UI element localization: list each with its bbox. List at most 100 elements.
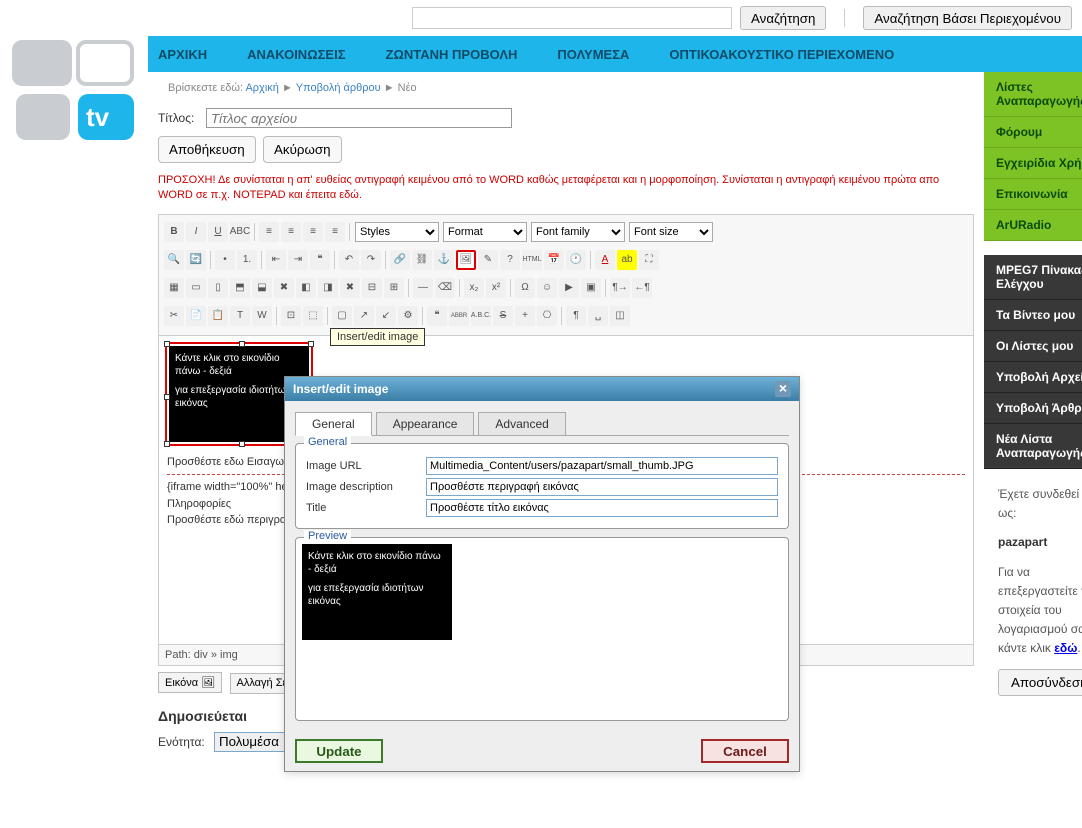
image-title-input[interactable]: [426, 499, 778, 517]
align-left-icon[interactable]: ≡: [259, 222, 279, 242]
paste-text-icon[interactable]: T: [230, 306, 250, 326]
paste-word-icon[interactable]: W: [252, 306, 272, 326]
nav-home[interactable]: ΑΡΧΙΚΗ: [158, 47, 207, 62]
table-icon[interactable]: ▦: [164, 278, 184, 298]
tab-general[interactable]: General: [295, 412, 372, 436]
font-size-select[interactable]: Font size: [629, 222, 713, 242]
sidebar-forum[interactable]: Φόρουμ: [984, 117, 1082, 148]
template-icon[interactable]: ◫: [610, 306, 630, 326]
sidebar-contact[interactable]: Επικοινωνία: [984, 179, 1082, 210]
sidebar-my-videos[interactable]: Τα Βίντεο μου: [984, 300, 1082, 331]
ltr-icon[interactable]: ¶→: [610, 278, 630, 298]
sidebar-my-lists[interactable]: Οι Λίστες μου: [984, 331, 1082, 362]
hr-icon[interactable]: —: [413, 278, 433, 298]
sidebar-manuals[interactable]: Εγχειρίδια Χρήστη: [984, 148, 1082, 179]
nbsp-icon[interactable]: ␣: [588, 306, 608, 326]
update-button[interactable]: Update: [295, 739, 383, 763]
visualaid-icon[interactable]: ⊡: [281, 306, 301, 326]
delete-row-icon[interactable]: ✖: [274, 278, 294, 298]
replace-icon[interactable]: 🔄: [186, 250, 206, 270]
underline-icon[interactable]: U: [208, 222, 228, 242]
article-title-input[interactable]: [206, 108, 512, 128]
italic-icon[interactable]: I: [186, 222, 206, 242]
align-justify-icon[interactable]: ≡: [325, 222, 345, 242]
logout-button[interactable]: Αποσύνδεση: [998, 669, 1082, 696]
undo-icon[interactable]: ↶: [339, 250, 359, 270]
redo-icon[interactable]: ↷: [361, 250, 381, 270]
bold-icon[interactable]: B: [164, 222, 184, 242]
sidebar-new-playlist[interactable]: Νέα Λίστα Αναπαραγωγής: [984, 424, 1082, 469]
merge-cells-icon[interactable]: ⊞: [384, 278, 404, 298]
styles-select[interactable]: Styles: [355, 222, 439, 242]
visualchars-icon[interactable]: ¶: [566, 306, 586, 326]
unlink-icon[interactable]: ⛓: [412, 250, 432, 270]
save-button[interactable]: Αποθήκευση: [158, 136, 256, 163]
layer-abs-icon[interactable]: ▢: [332, 306, 352, 326]
insert-image-icon[interactable]: 🖼: [456, 250, 476, 270]
emoticon-icon[interactable]: ☺: [537, 278, 557, 298]
close-icon[interactable]: ×: [775, 381, 791, 397]
insert-col-after-icon[interactable]: ◨: [318, 278, 338, 298]
sidebar-aruradio[interactable]: ArURadio: [984, 210, 1082, 241]
html-icon[interactable]: HTML: [522, 250, 542, 270]
align-center-icon[interactable]: ≡: [281, 222, 301, 242]
delete-col-icon[interactable]: ✖: [340, 278, 360, 298]
search-button[interactable]: Αναζήτηση: [740, 6, 826, 30]
edit-account-link[interactable]: εδώ: [1054, 641, 1077, 655]
sidebar-mpeg7[interactable]: MPEG7 Πίνακας Ελέγχου: [984, 255, 1082, 300]
nav-av-content[interactable]: ΟΠΤΙΚΟΑΚΟΥΣΤΙΚΟ ΠΕΡΙΕΧΟΜΕΝΟ: [669, 47, 894, 62]
split-cells-icon[interactable]: ⊟: [362, 278, 382, 298]
paste-icon[interactable]: 📋: [208, 306, 228, 326]
font-family-select[interactable]: Font family: [531, 222, 625, 242]
anchor-icon[interactable]: ⚓: [434, 250, 454, 270]
breadcrumb-submit[interactable]: Υποβολή άρθρου: [296, 82, 381, 94]
sidebar-playlists[interactable]: Λίστες Αναπαραγωγής: [984, 72, 1082, 117]
tab-advanced[interactable]: Advanced: [478, 412, 565, 436]
style-props-icon[interactable]: ⚙: [398, 306, 418, 326]
indent-icon[interactable]: ⇥: [288, 250, 308, 270]
nav-multimedia[interactable]: ΠΟΛΥΜΕΣΑ: [557, 47, 629, 62]
sidebar-upload-files[interactable]: Υποβολή Αρχείων: [984, 362, 1082, 393]
outdent-icon[interactable]: ⇤: [266, 250, 286, 270]
dialog-cancel-button[interactable]: Cancel: [701, 739, 789, 763]
image-desc-input[interactable]: [426, 478, 778, 496]
insert-row-before-icon[interactable]: ⬒: [230, 278, 250, 298]
sup-icon[interactable]: x²: [486, 278, 506, 298]
top-search-input[interactable]: [412, 7, 732, 29]
rtl-icon[interactable]: ←¶: [632, 278, 652, 298]
backcolor-icon[interactable]: ab: [617, 250, 637, 270]
sub-icon[interactable]: x₂: [464, 278, 484, 298]
date-icon[interactable]: 📅: [544, 250, 564, 270]
bullet-list-icon[interactable]: •: [215, 250, 235, 270]
row-props-icon[interactable]: ▭: [186, 278, 206, 298]
insert-col-before-icon[interactable]: ◧: [296, 278, 316, 298]
remove-format-icon[interactable]: ⌫: [435, 278, 455, 298]
align-right-icon[interactable]: ≡: [303, 222, 323, 242]
forecolor-icon[interactable]: A: [595, 250, 615, 270]
tab-appearance[interactable]: Appearance: [376, 412, 475, 436]
cell-props-icon[interactable]: ▯: [208, 278, 228, 298]
number-list-icon[interactable]: 1.: [237, 250, 257, 270]
blockquote-icon[interactable]: ❝: [310, 250, 330, 270]
cite-icon[interactable]: ❝: [427, 306, 447, 326]
cancel-button[interactable]: Ακύρωση: [263, 136, 341, 163]
acronym-icon[interactable]: A.B.C.: [471, 306, 491, 326]
cleanup-icon[interactable]: ✎: [478, 250, 498, 270]
strike-icon[interactable]: ABC: [230, 222, 250, 242]
find-icon[interactable]: 🔍: [164, 250, 184, 270]
ins-icon[interactable]: +: [515, 306, 535, 326]
abbr-icon[interactable]: ABBR: [449, 306, 469, 326]
char-icon[interactable]: Ω: [515, 278, 535, 298]
copy-icon[interactable]: 📄: [186, 306, 206, 326]
link-icon[interactable]: 🔗: [390, 250, 410, 270]
help-icon[interactable]: ?: [500, 250, 520, 270]
layer-back-icon[interactable]: ↙: [376, 306, 396, 326]
layer-icon[interactable]: ▣: [581, 278, 601, 298]
breadcrumb-home[interactable]: Αρχική: [245, 82, 278, 94]
time-icon[interactable]: 🕐: [566, 250, 586, 270]
fullscreen-icon[interactable]: ⛶: [639, 250, 659, 270]
insert-image-tab-button[interactable]: Εικόνα 🖼: [158, 672, 222, 693]
cut-icon[interactable]: ✂: [164, 306, 184, 326]
layer-fwd-icon[interactable]: ↗: [354, 306, 374, 326]
select-all-icon[interactable]: ⬚: [303, 306, 323, 326]
